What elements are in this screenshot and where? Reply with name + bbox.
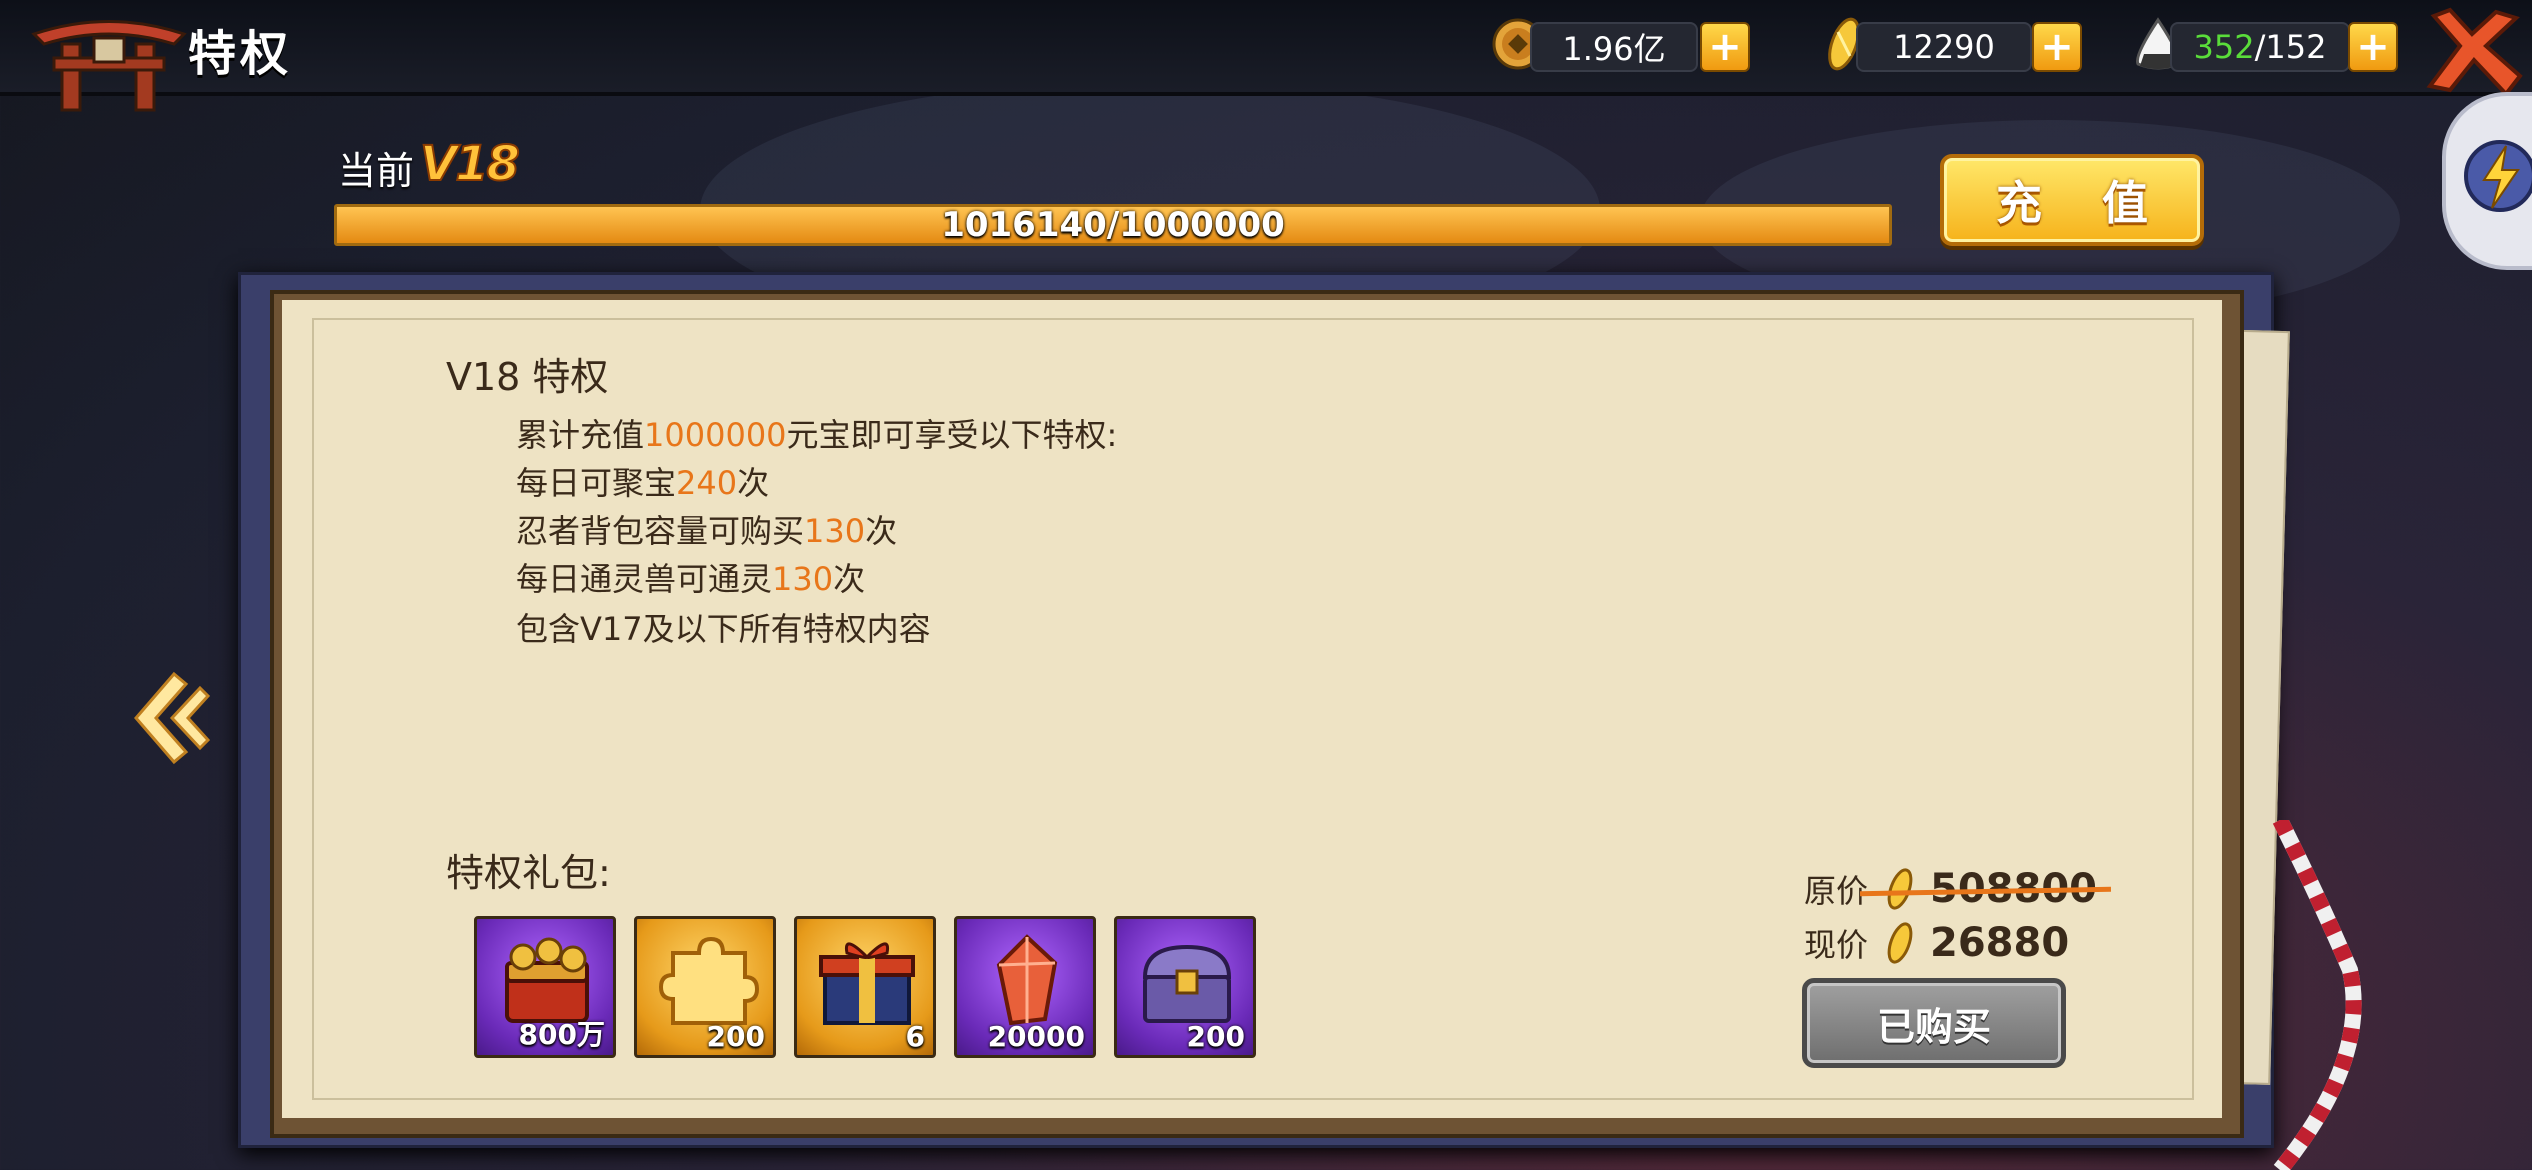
gold-ingot-icon — [1887, 868, 1913, 910]
vip-progress-text: 1016140/1000000 — [941, 205, 1285, 245]
gold-ingot-icon — [1887, 922, 1913, 964]
original-price-label: 原价 — [1804, 872, 1869, 910]
privilege-line: 每日通灵兽可通灵130次 — [516, 554, 865, 600]
privilege-line-text: 次 — [833, 560, 866, 598]
privilege-title: V18 特权 — [446, 355, 609, 399]
gift-items: 800万 200 6 20000 200 — [474, 916, 1256, 1058]
coin-value: 1.96亿 — [1530, 22, 1698, 72]
privilege-line: 累计充值1000000元宝即可享受以下特权: — [516, 410, 1117, 456]
privilege-line-value: 240 — [676, 464, 738, 502]
gift-item[interactable]: 20000 — [954, 916, 1096, 1058]
gift-box-icon — [819, 942, 915, 1025]
decorative-rope — [2272, 820, 2362, 1170]
puzzle-piece-icon — [658, 936, 760, 1025]
shield-lightning-icon — [2464, 140, 2532, 212]
gift-pack-title: 特权礼包: — [446, 851, 611, 895]
gift-item[interactable]: 800万 — [474, 916, 616, 1058]
gift-item[interactable]: 200 — [1114, 916, 1256, 1058]
gift-item-qty: 200 — [706, 1020, 765, 1053]
current-vip-label: 当前 — [338, 149, 415, 193]
stamina-max: /152 — [2254, 28, 2327, 66]
original-price-value: 508800 — [1859, 866, 2112, 912]
top-bar: 特权 1.96亿 + 12290 + 352/152 + — [0, 0, 2532, 112]
privilege-line-value: 1000000 — [644, 416, 787, 454]
privilege-line: 包含V17及以下所有特权内容 — [516, 604, 931, 650]
gift-item[interactable]: 6 — [794, 916, 936, 1058]
privilege-line-value: 130 — [804, 512, 866, 550]
previous-arrow-icon[interactable] — [130, 668, 210, 768]
vip-progress-bar: 1016140/1000000 — [334, 204, 1892, 246]
privilege-line-text: 元宝即可享受以下特权: — [786, 416, 1118, 454]
torii-gate-icon — [31, 20, 187, 112]
privilege-line-value: 130 — [772, 560, 834, 598]
current-vip-level: V18 — [419, 135, 521, 193]
gift-item-qty: 20000 — [987, 1020, 1085, 1053]
side-event-button[interactable] — [2442, 92, 2532, 270]
privilege-line: 每日可聚宝240次 — [516, 458, 769, 504]
privilege-line-text: 累计充值 — [516, 416, 645, 454]
add-stamina-button[interactable]: + — [2348, 22, 2398, 72]
privilege-line-text: 每日可聚宝 — [516, 464, 677, 502]
ingot-value: 12290 — [1856, 22, 2032, 72]
privilege-line: 忍者背包容量可购买130次 — [516, 506, 897, 552]
current-price-value: 26880 — [1930, 920, 2070, 966]
privilege-line-text: 每日通灵兽可通灵 — [516, 560, 773, 598]
purchased-button[interactable]: 已购买 — [1802, 978, 2066, 1068]
stamina-resource: 352/152 + — [2130, 16, 2398, 72]
privilege-line-text: 忍者背包容量可购买 — [516, 512, 805, 550]
add-ingot-button[interactable]: + — [2032, 22, 2082, 72]
add-coin-button[interactable]: + — [1700, 22, 1750, 72]
current-price-label: 现价 — [1804, 926, 1869, 964]
page-title: 特权 — [188, 26, 293, 82]
stamina-current: 352 — [2193, 28, 2255, 66]
recharge-button[interactable]: 充 值 — [1940, 154, 2204, 246]
original-price: 原价 508800 — [1804, 866, 2112, 912]
current-price: 现价 26880 — [1804, 920, 2069, 966]
privilege-line-text: 次 — [737, 464, 770, 502]
privilege-line-text: 次 — [865, 512, 898, 550]
gift-item[interactable]: 200 — [634, 916, 776, 1058]
ingot-resource: 12290 + — [1816, 16, 2082, 72]
red-crystal-icon — [996, 934, 1058, 1026]
coin-resource: 1.96亿 + — [1490, 16, 1750, 72]
close-icon[interactable] — [2420, 6, 2526, 98]
gift-item-qty: 6 — [905, 1020, 925, 1053]
privilege-line-text: 包含V17及以下所有特权内容 — [516, 610, 931, 648]
gift-item-qty: 200 — [1186, 1020, 1245, 1053]
treasure-chest-icon — [1142, 944, 1232, 1023]
stamina-value: 352/152 — [2170, 22, 2350, 72]
gift-item-qty: 800万 — [518, 1018, 605, 1051]
